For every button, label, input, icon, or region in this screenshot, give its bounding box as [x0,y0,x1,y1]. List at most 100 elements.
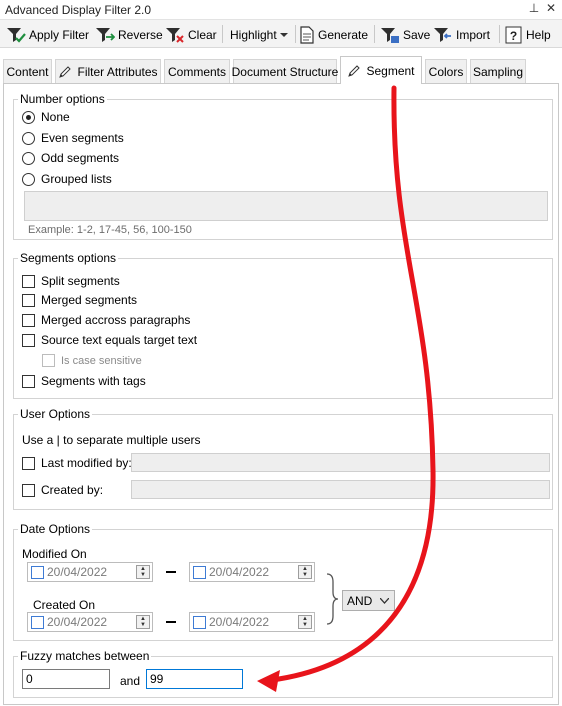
radio-button[interactable] [22,172,35,186]
checkbox[interactable] [31,565,44,579]
tab-content[interactable]: Content [3,59,52,83]
created-from-value: 20/04/2022 [47,615,108,629]
reverse-button[interactable]: Reverse [95,24,163,46]
highlight-dropdown[interactable]: Highlight [230,24,288,46]
checkbox-segments-with-tags[interactable]: Segments with tags [22,374,146,388]
svg-text:?: ? [510,29,517,43]
checkbox[interactable] [31,615,44,629]
close-icon[interactable]: ✕ [543,1,559,17]
toolbar-separator [222,25,223,43]
modified-from-date[interactable]: 20/04/2022 ▲ ▼ [27,562,153,582]
apply-filter-button[interactable]: Apply Filter [6,24,89,46]
fuzzy-to-input[interactable] [146,669,243,689]
import-button[interactable]: Import [433,24,490,46]
radio-button[interactable] [22,151,35,165]
modified-on-label: Modified On [22,547,87,561]
help-button[interactable]: ? Help [505,24,551,46]
segments-options-title: Segments options [18,251,119,265]
clear-label: Clear [188,28,217,42]
radio-even-label: Even segments [41,131,124,145]
spinner-icon[interactable]: ▲ ▼ [136,565,150,579]
checkbox-case-sensitive[interactable]: Is case sensitive [42,354,142,367]
checkbox-source-equals-target[interactable]: Source text equals target text [22,333,197,347]
checkbox[interactable] [22,313,35,327]
tab-comments[interactable]: Comments [164,59,230,83]
user-options-hint: Use a | to separate multiple users [22,433,201,447]
tab-colors[interactable]: Colors [425,59,467,83]
merged-segments-label: Merged segments [41,293,138,307]
checkbox[interactable] [22,333,35,347]
toolbar-separator [295,25,296,43]
brace-icon [326,573,339,625]
checkbox[interactable] [22,483,35,497]
tab-document-structure-label: Document Structure [231,64,339,79]
checkbox[interactable] [193,615,206,629]
created-to-value: 20/04/2022 [209,615,270,629]
checkbox[interactable] [193,565,206,579]
tab-content-label: Content [6,64,49,79]
toolbar-separator [499,25,500,43]
tab-sampling[interactable]: Sampling [470,59,526,83]
radio-grouped-lists[interactable]: Grouped lists [22,172,112,186]
help-label: Help [526,28,551,42]
grouped-lists-example: Example: 1-2, 17-45, 56, 100-150 [28,224,192,236]
reverse-label: Reverse [118,28,163,42]
source-equals-target-label: Source text equals target text [41,333,198,347]
checkbox[interactable] [42,354,55,367]
checkbox[interactable] [22,456,35,470]
modified-to-date[interactable]: 20/04/2022 ▲ ▼ [189,562,315,582]
created-on-label: Created On [33,598,96,612]
tab-document-structure[interactable]: Document Structure [231,59,339,83]
radio-even-segments[interactable]: Even segments [22,131,124,145]
help-icon: ? [505,26,522,44]
tab-comments-label: Comments [167,64,226,79]
created-to-date[interactable]: 20/04/2022 ▲ ▼ [189,612,315,632]
chevron-down-icon [380,597,390,604]
clear-button[interactable]: Clear [165,24,217,46]
tab-segment-label: Segment [366,63,415,78]
spinner-icon[interactable]: ▲ ▼ [298,615,312,629]
checkbox[interactable] [22,293,35,307]
date-options-title: Date Options [18,522,93,536]
chevron-down-icon [279,33,288,37]
modified-to-value: 20/04/2022 [209,565,270,579]
last-modified-by-input[interactable] [131,453,550,472]
import-label: Import [456,28,491,42]
pencil-icon [59,65,72,78]
checkbox[interactable] [22,274,35,288]
tab-filter-attributes-label: Filter Attributes [77,64,158,79]
tab-segment[interactable]: Segment [340,56,422,84]
funnel-clear-icon [166,28,184,43]
radio-none[interactable]: None [22,110,70,124]
radio-button[interactable] [22,131,35,145]
checkbox-merged-segments[interactable]: Merged segments [22,293,137,307]
spinner-icon[interactable]: ▲ ▼ [136,615,150,629]
segments-with-tags-label: Segments with tags [41,374,146,388]
toolbar-separator [374,25,375,43]
tab-sampling-label: Sampling [472,64,524,79]
checkbox-split-segments[interactable]: Split segments [22,274,120,288]
checkbox-created-by[interactable]: Created by: [22,483,103,497]
created-from-date[interactable]: 20/04/2022 ▲ ▼ [27,612,153,632]
radio-grouped-label: Grouped lists [41,172,112,186]
tab-filter-attributes[interactable]: Filter Attributes [55,59,161,83]
save-button[interactable]: Save [380,24,430,46]
checkbox-merged-across-paragraphs[interactable]: Merged accross paragraphs [22,313,190,327]
fuzzy-from-input[interactable] [22,669,110,689]
pin-icon[interactable]: ⊥ [526,1,542,17]
spinner-icon[interactable]: ▲ ▼ [298,565,312,579]
radio-button[interactable] [22,110,35,124]
grouped-lists-input[interactable] [24,191,548,221]
date-operator-select[interactable]: AND [342,590,395,611]
checkbox[interactable] [22,374,35,388]
checkbox-last-modified-by[interactable]: Last modified by: [22,456,132,470]
radio-odd-segments[interactable]: Odd segments [22,151,119,165]
radio-odd-label: Odd segments [41,151,120,165]
tab-strip: Content Filter Attributes Comments Docum… [0,56,562,84]
window-titlebar: Advanced Display Filter 2.0 ⊥ ✕ [0,0,562,20]
funnel-check-icon [7,28,26,43]
generate-button[interactable]: Generate [299,24,368,46]
created-by-input[interactable] [131,480,550,499]
tab-colors-label: Colors [428,64,464,79]
fuzzy-matches-title: Fuzzy matches between [18,649,152,663]
